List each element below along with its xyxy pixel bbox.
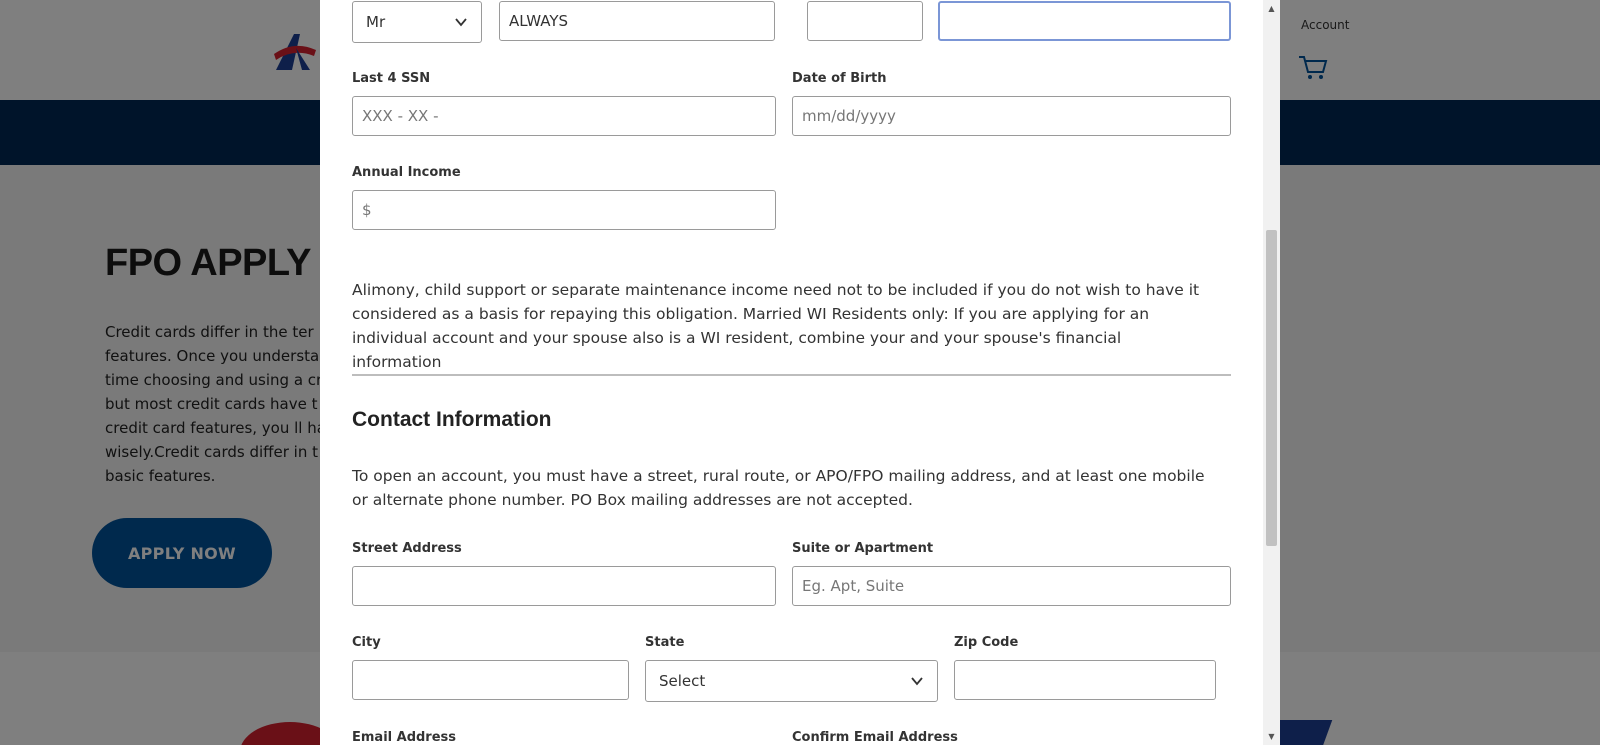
street-address-label: Street Address	[352, 541, 462, 556]
application-modal: Mr Last 4 SSN Date of Birth Annual Incom…	[320, 0, 1280, 745]
chevron-down-icon	[911, 677, 923, 686]
city-input[interactable]	[352, 660, 629, 700]
suite-input[interactable]	[792, 566, 1231, 606]
last-name-input[interactable]	[938, 1, 1231, 41]
middle-initial-input[interactable]	[807, 1, 923, 41]
street-address-input[interactable]	[352, 566, 776, 606]
first-name-input[interactable]	[499, 1, 775, 41]
contact-intro: To open an account, you must have a stre…	[352, 467, 1205, 509]
dob-label: Date of Birth	[792, 71, 887, 86]
income-label: Annual Income	[352, 165, 461, 180]
confirm-email-label: Confirm Email Address	[792, 730, 958, 745]
zip-input[interactable]	[954, 660, 1216, 700]
section-divider	[352, 374, 1231, 376]
city-label: City	[352, 635, 381, 650]
zip-label: Zip Code	[954, 635, 1019, 650]
contact-section-title: Contact Information	[352, 408, 552, 431]
state-select-value: Select	[659, 672, 706, 690]
state-select[interactable]: Select	[645, 660, 938, 702]
email-label: Email Address	[352, 730, 457, 745]
suite-label: Suite or Apartment	[792, 541, 934, 556]
title-select[interactable]: Mr	[352, 1, 482, 43]
scroll-down-arrow-icon[interactable]: ▼	[1263, 728, 1280, 745]
scroll-up-arrow-icon[interactable]: ▲	[1263, 0, 1280, 17]
ssn-input[interactable]	[352, 96, 776, 136]
state-label: State	[645, 635, 685, 650]
title-select-value: Mr	[366, 13, 386, 31]
income-disclaimer: Alimony, child support or separate maint…	[352, 281, 1200, 371]
chevron-down-icon	[455, 18, 467, 27]
income-input[interactable]	[352, 190, 776, 230]
modal-scrollbar[interactable]: ▲ ▼	[1263, 0, 1280, 745]
dob-input[interactable]	[792, 96, 1231, 136]
scrollbar-thumb[interactable]	[1266, 230, 1277, 546]
ssn-label: Last 4 SSN	[352, 71, 431, 86]
